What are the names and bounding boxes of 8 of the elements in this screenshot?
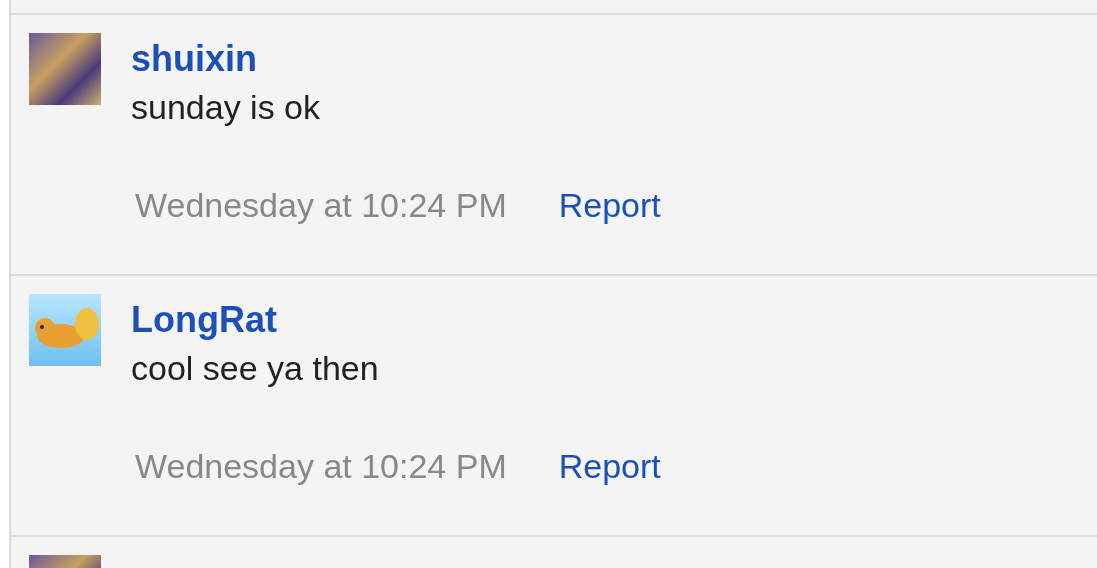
comment-text: cool see ya then (131, 348, 380, 389)
report-link[interactable]: Report (558, 444, 661, 488)
timestamp: Wednesday at 10:24 PM (134, 446, 507, 487)
username-link[interactable]: LongRat (131, 298, 661, 342)
username-link[interactable]: shuixin (131, 37, 661, 81)
report-link[interactable]: Report (558, 183, 661, 227)
timestamp: Wednesday at 10:24 PM (134, 185, 507, 226)
comment-text: sunday is ok (131, 87, 321, 128)
